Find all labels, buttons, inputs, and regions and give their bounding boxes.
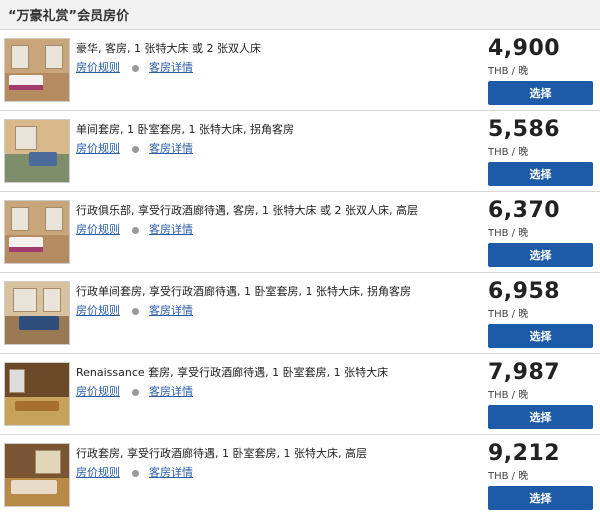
room-photo[interactable]: [4, 362, 70, 426]
room-name: 行政俱乐部, 享受行政酒廊待遇, 客房, 1 张特大床 或 2 张双人床, 高层: [76, 204, 418, 217]
rate-rules-link[interactable]: 房价规则: [76, 61, 120, 74]
price-unit: THB / 晚: [488, 66, 529, 77]
price-unit: THB / 晚: [488, 228, 529, 239]
room-photo[interactable]: [4, 38, 70, 102]
rate-rules-link[interactable]: 房价规则: [76, 385, 120, 398]
room-photo[interactable]: [4, 281, 70, 345]
room-row: Renaissance 套房, 享受行政酒廊待遇, 1 卧室套房, 1 张特大床…: [0, 354, 600, 435]
separator-dot-icon: [132, 469, 139, 477]
room-details-link[interactable]: 客房详情: [149, 61, 193, 74]
select-button[interactable]: 选择: [488, 486, 593, 510]
separator-dot-icon: [132, 388, 139, 396]
price-unit: THB / 晚: [488, 390, 529, 401]
room-photo[interactable]: [4, 119, 70, 183]
room-row: 行政单间套房, 享受行政酒廊待遇, 1 卧室套房, 1 张特大床, 拐角客房 房…: [0, 273, 600, 354]
room-name: Renaissance 套房, 享受行政酒廊待遇, 1 卧室套房, 1 张特大床: [76, 366, 389, 379]
room-list: 豪华, 客房, 1 张特大床 或 2 张双人床 房价规则 客房详情 4,900 T…: [0, 30, 600, 516]
room-details-link[interactable]: 客房详情: [149, 142, 193, 155]
room-row: 豪华, 客房, 1 张特大床 或 2 张双人床 房价规则 客房详情 4,900 T…: [0, 30, 600, 111]
room-name: 行政单间套房, 享受行政酒廊待遇, 1 卧室套房, 1 张特大床, 拐角客房: [76, 285, 411, 298]
room-name: 单间套房, 1 卧室套房, 1 张特大床, 拐角客房: [76, 123, 294, 136]
room-photo[interactable]: [4, 443, 70, 507]
rate-rules-link[interactable]: 房价规则: [76, 304, 120, 317]
room-details-link[interactable]: 客房详情: [149, 466, 193, 479]
rates-header: “万豪礼赏”会员房价: [0, 0, 600, 30]
room-details-link[interactable]: 客房详情: [149, 223, 193, 236]
select-button[interactable]: 选择: [488, 81, 593, 105]
price-unit: THB / 晚: [488, 147, 529, 158]
rate-rules-link[interactable]: 房价规则: [76, 142, 120, 155]
separator-dot-icon: [132, 226, 139, 234]
rates-title: “万豪礼赏”会员房价: [8, 9, 130, 24]
room-price: 9,212: [488, 441, 561, 466]
room-row: 行政俱乐部, 享受行政酒廊待遇, 客房, 1 张特大床 或 2 张双人床, 高层…: [0, 192, 600, 273]
price-unit: THB / 晚: [488, 309, 529, 320]
room-price: 5,586: [488, 117, 561, 142]
separator-dot-icon: [132, 64, 139, 72]
select-button[interactable]: 选择: [488, 405, 593, 429]
room-photo[interactable]: [4, 200, 70, 264]
room-row: 单间套房, 1 卧室套房, 1 张特大床, 拐角客房 房价规则 客房详情 5,58…: [0, 111, 600, 192]
room-price: 6,370: [488, 198, 561, 223]
room-details-link[interactable]: 客房详情: [149, 304, 193, 317]
room-details-link[interactable]: 客房详情: [149, 385, 193, 398]
rate-rules-link[interactable]: 房价规则: [76, 223, 120, 236]
separator-dot-icon: [132, 307, 139, 315]
room-price: 4,900: [488, 36, 561, 61]
room-price: 6,958: [488, 279, 561, 304]
select-button[interactable]: 选择: [488, 243, 593, 267]
select-button[interactable]: 选择: [488, 324, 593, 348]
rate-rules-link[interactable]: 房价规则: [76, 466, 120, 479]
room-name: 行政套房, 享受行政酒廊待遇, 1 卧室套房, 1 张特大床, 高层: [76, 447, 367, 460]
separator-dot-icon: [132, 145, 139, 153]
room-price: 7,987: [488, 360, 561, 385]
room-name: 豪华, 客房, 1 张特大床 或 2 张双人床: [76, 42, 261, 55]
room-row: 行政套房, 享受行政酒廊待遇, 1 卧室套房, 1 张特大床, 高层 房价规则 客…: [0, 435, 600, 516]
price-unit: THB / 晚: [488, 471, 529, 482]
select-button[interactable]: 选择: [488, 162, 593, 186]
